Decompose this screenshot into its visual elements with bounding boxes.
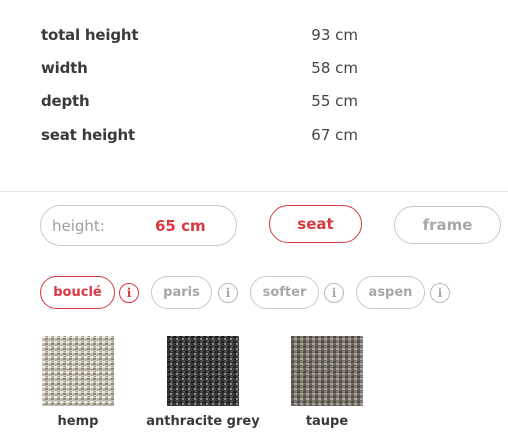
fabric-texture-anthracite-grey xyxy=(167,336,239,406)
height-selector[interactable]: height: 65 cm xyxy=(40,205,237,246)
fabric-texture-hemp xyxy=(42,336,114,406)
seat-tab[interactable]: seat xyxy=(269,205,362,243)
material-paris-button[interactable]: paris xyxy=(151,276,212,309)
material-aspen-button[interactable]: aspen xyxy=(356,276,425,309)
info-icon[interactable]: i xyxy=(324,283,344,303)
spec-value: 67 cm xyxy=(311,126,358,144)
info-icon[interactable]: i xyxy=(119,283,139,303)
spec-value: 93 cm xyxy=(311,26,358,44)
fabric-texture-taupe xyxy=(291,336,363,406)
material-softer-button[interactable]: softer xyxy=(250,276,319,309)
material-boucle-button[interactable]: bouclé xyxy=(40,276,115,309)
spec-label: total height xyxy=(41,26,139,44)
spec-value: 58 cm xyxy=(311,59,358,77)
swatch-label-hemp: hemp xyxy=(57,414,99,429)
swatch-label-anthracite-grey: anthracite grey xyxy=(146,414,260,429)
swatch-label-taupe: taupe xyxy=(305,414,349,429)
spec-row-seat-height: seat height 67 cm xyxy=(0,126,508,150)
frame-tab[interactable]: frame xyxy=(394,206,501,244)
spec-row-depth: depth 55 cm xyxy=(0,92,508,116)
height-value: 65 cm xyxy=(155,216,206,235)
swatch-taupe[interactable] xyxy=(291,336,363,406)
spec-value: 55 cm xyxy=(311,92,358,110)
swatch-hemp[interactable] xyxy=(42,336,114,406)
spec-label: depth xyxy=(41,92,90,110)
info-icon[interactable]: i xyxy=(218,283,238,303)
spec-row-total-height: total height 93 cm xyxy=(0,26,508,50)
spec-label: seat height xyxy=(41,126,135,144)
info-icon[interactable]: i xyxy=(430,283,450,303)
section-divider xyxy=(0,191,508,192)
swatch-anthracite-grey[interactable] xyxy=(167,336,239,406)
height-label: height: xyxy=(52,216,105,235)
spec-row-width: width 58 cm xyxy=(0,59,508,83)
spec-label: width xyxy=(41,59,88,77)
